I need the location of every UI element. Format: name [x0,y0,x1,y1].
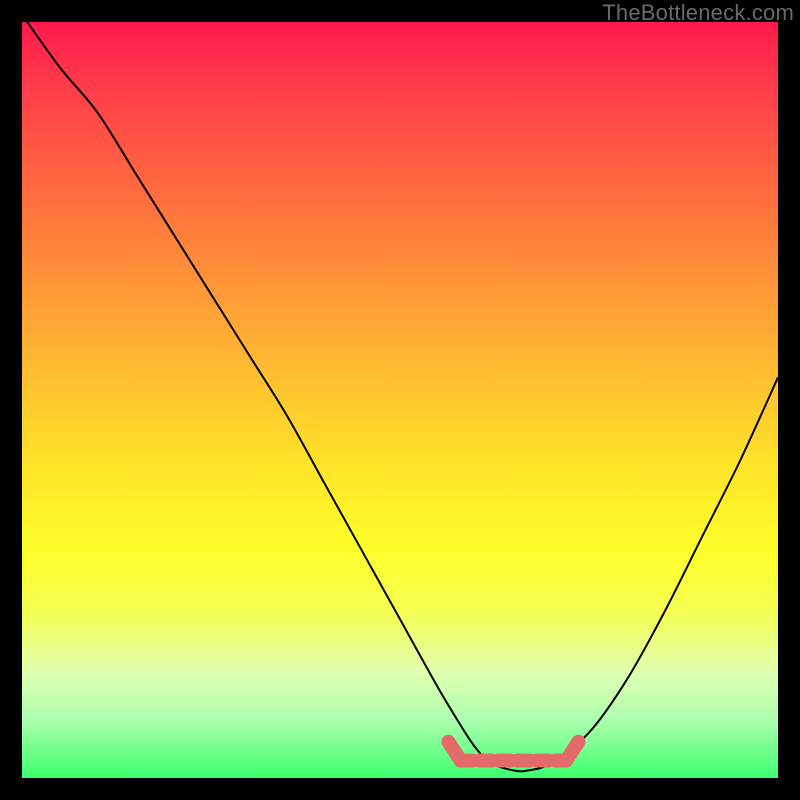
bottleneck-curve-line [22,22,778,771]
watermark-text: TheBottleneck.com [602,0,794,26]
optimal-region-end-marker [566,742,578,761]
bottleneck-chart [22,22,778,778]
chart-plot-area [22,22,778,778]
